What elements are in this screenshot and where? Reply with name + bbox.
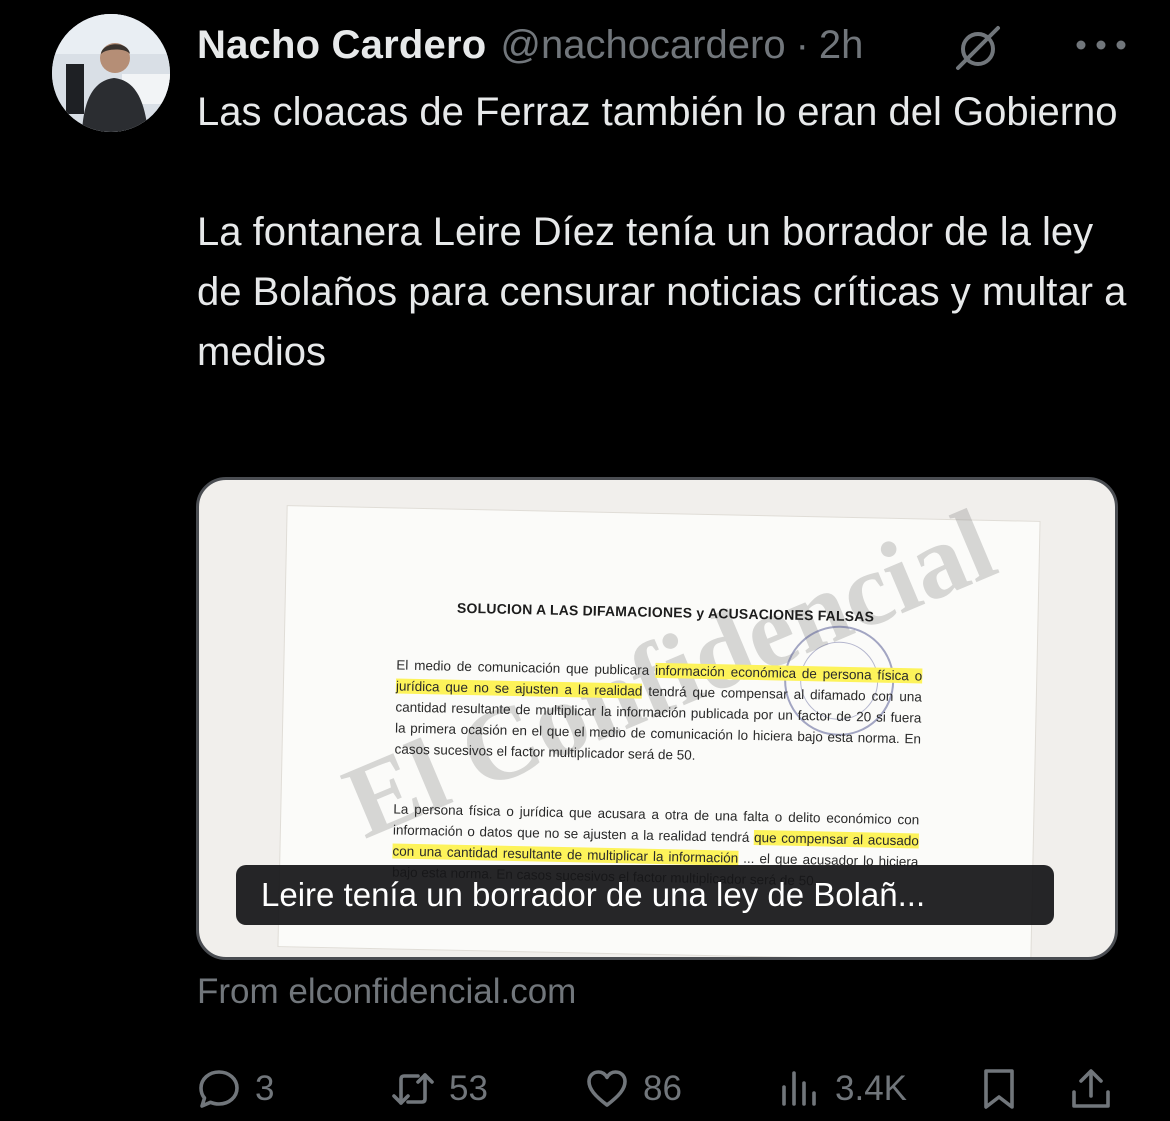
- handle[interactable]: @nachocardero: [500, 23, 785, 68]
- reply-count: 3: [255, 1069, 275, 1108]
- document-paragraph: El medio de comunicación que publicara i…: [394, 654, 923, 770]
- like-button[interactable]: 86: [585, 1058, 682, 1120]
- tweet-text: Las cloacas de Ferraz también lo eran de…: [197, 82, 1127, 382]
- like-count: 86: [643, 1069, 682, 1108]
- share-icon: [1072, 1069, 1110, 1108]
- share-button[interactable]: [1069, 1058, 1113, 1120]
- views-icon: [782, 1071, 816, 1106]
- bookmark-button[interactable]: [977, 1058, 1021, 1120]
- views-count: 3.4K: [835, 1069, 907, 1108]
- avatar-photo: [52, 14, 170, 132]
- retweet-icon: [392, 1073, 434, 1105]
- tweet-paragraph: La fontanera Leire Díez tenía un borrado…: [197, 210, 1127, 374]
- display-name[interactable]: Nacho Cardero: [197, 23, 486, 68]
- separator-dot: ·: [795, 22, 809, 67]
- tweet-paragraph: Las cloacas de Ferraz también lo eran de…: [197, 90, 1118, 134]
- retweet-button[interactable]: 53: [391, 1058, 488, 1120]
- reply-icon: [199, 1070, 239, 1108]
- views-button[interactable]: 3.4K: [777, 1058, 907, 1120]
- media-card[interactable]: El Confidencial SOLUCION A LAS DIFAMACIO…: [196, 477, 1118, 960]
- link-source[interactable]: From elconfidencial.com: [197, 972, 576, 1012]
- timestamp[interactable]: 2h: [819, 23, 864, 68]
- avatar[interactable]: [52, 14, 170, 132]
- media-caption: Leire tenía un borrador de una ley de Bo…: [236, 865, 1054, 925]
- doc-text: El medio de comunicación que publicara: [396, 657, 656, 678]
- grok-icon[interactable]: [954, 24, 1002, 72]
- tweet-header: Nacho Cardero @nachocardero · 2h: [197, 18, 1130, 72]
- retweet-count: 53: [449, 1069, 488, 1108]
- heart-icon: [587, 1070, 627, 1107]
- reply-button[interactable]: 3: [197, 1058, 274, 1120]
- more-icon[interactable]: [1072, 36, 1130, 54]
- doc-text: tendrá que compensar al difamado con una…: [394, 683, 922, 763]
- action-bar: 3 53 86 3.4K: [197, 1058, 1127, 1120]
- bookmark-icon: [984, 1069, 1014, 1109]
- tweet: Nacho Cardero @nachocardero · 2h Las clo…: [0, 0, 1170, 1121]
